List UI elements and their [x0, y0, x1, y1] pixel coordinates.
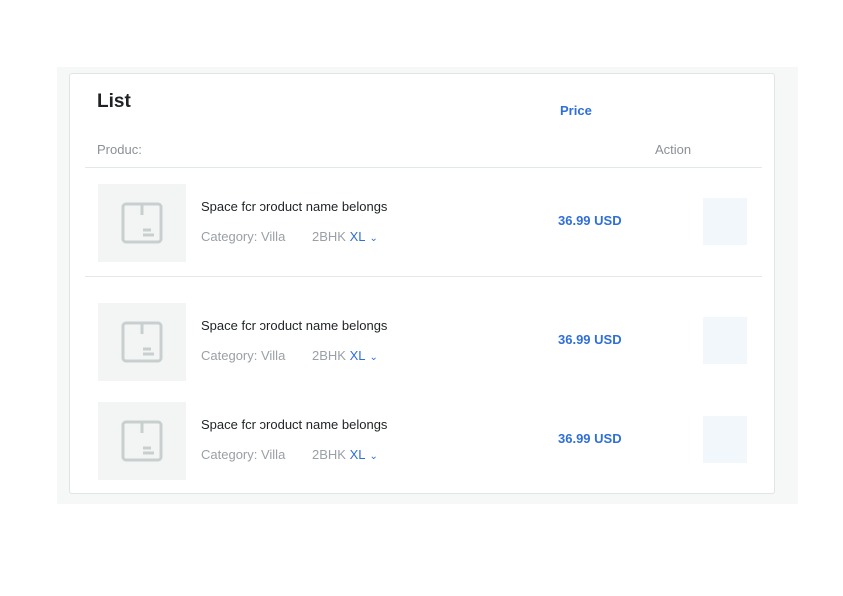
chevron-down-icon: ⌄ [369, 233, 378, 244]
box-icon [121, 420, 163, 462]
table-row: Space fcr ɔroduct name belongs Category:… [70, 303, 776, 383]
table-row: Space fcr ɔroduct name belongs Category:… [70, 402, 776, 482]
table-row: Space fcr ɔroduct name belongs Category:… [70, 184, 776, 264]
product-meta: Category: Villa 2BHK XL ⌄ [201, 229, 378, 244]
product-name: Space fcr ɔroduct name belongs [201, 318, 388, 333]
product-meta: Category: Villa 2BHK XL ⌄ [201, 447, 378, 462]
size-prefix: 2BHK [312, 348, 346, 363]
product-category: Category: Villa [201, 447, 286, 462]
box-icon [121, 202, 163, 244]
row-action-button[interactable] [703, 198, 747, 245]
size-prefix: 2BHK [312, 229, 346, 244]
product-price: 36.99 USD [558, 431, 622, 446]
box-icon [121, 321, 163, 363]
product-category: Category: Villa [201, 229, 286, 244]
product-price: 36.99 USD [558, 213, 622, 228]
row-action-button[interactable] [703, 416, 747, 463]
product-category: Category: Villa [201, 348, 286, 363]
chevron-down-icon: ⌄ [369, 352, 378, 363]
chevron-down-icon: ⌄ [369, 451, 378, 462]
size-value: XL [349, 229, 366, 244]
product-thumbnail [98, 184, 186, 262]
size-selector[interactable]: 2BHK XL ⌄ [312, 447, 378, 462]
product-price: 36.99 USD [558, 332, 622, 347]
product-name: Space fcr ɔroduct name belongs [201, 417, 388, 432]
size-value: XL [349, 447, 366, 462]
row-divider [85, 276, 762, 277]
product-meta: Category: Villa 2BHK XL ⌄ [201, 348, 378, 363]
size-prefix: 2BHK [312, 447, 346, 462]
size-value: XL [349, 348, 366, 363]
column-header-price: Price [560, 103, 592, 118]
header-divider [85, 167, 762, 168]
product-thumbnail [98, 303, 186, 381]
product-name: Space fcr ɔroduct name belongs [201, 199, 388, 214]
column-header-product: Produc: [97, 142, 142, 157]
row-action-button[interactable] [703, 317, 747, 364]
card-title: List [97, 91, 131, 112]
size-selector[interactable]: 2BHK XL ⌄ [312, 348, 378, 363]
product-thumbnail [98, 402, 186, 480]
size-selector[interactable]: 2BHK XL ⌄ [312, 229, 378, 244]
product-list-card: List Produc: Price Action Space fcr ɔrod… [69, 73, 775, 494]
column-header-action: Action [655, 142, 692, 157]
